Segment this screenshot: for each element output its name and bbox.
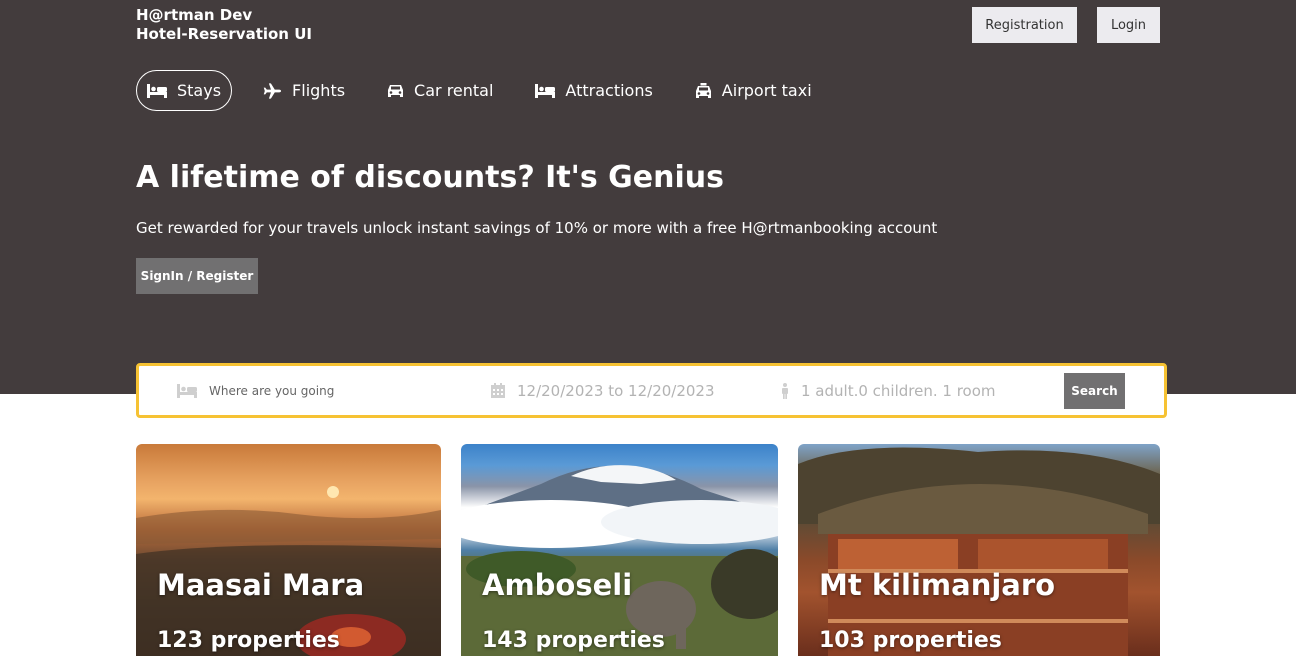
guests-text: 1 adult.0 children. 1 room	[801, 381, 996, 400]
nav-item-stays[interactable]: Stays	[136, 70, 233, 111]
card-title: Maasai Mara	[157, 568, 365, 602]
card-photo	[136, 486, 441, 656]
nav-label: Flights	[292, 81, 346, 100]
bed-icon	[147, 83, 167, 98]
featured-card-maasai-mara[interactable]: Maasai Mara 123 properties	[136, 444, 441, 656]
category-nav: Stays Flights Car rental Attractions Air…	[136, 70, 843, 111]
destination-field[interactable]: Where are you going	[177, 366, 334, 415]
card-properties-count: 123 properties	[157, 628, 340, 653]
featured-card-mt-kilimanjaro[interactable]: Mt kilimanjaro 103 properties	[798, 444, 1160, 656]
bed-icon	[535, 83, 556, 98]
hero-header: H@rtman Dev Hotel-Reservation UI Registr…	[0, 0, 1296, 394]
card-properties-count: 103 properties	[819, 628, 1002, 653]
plane-icon	[263, 82, 282, 99]
card-photo	[798, 447, 1160, 656]
signin-register-button[interactable]: SignIn / Register	[136, 258, 258, 294]
featured-card-amboseli[interactable]: Amboseli 143 properties	[461, 444, 778, 656]
nav-label: Attractions	[565, 81, 653, 100]
bed-icon	[177, 383, 197, 398]
hero-headline: A lifetime of discounts? It's Genius	[136, 160, 724, 195]
brand-logo[interactable]: H@rtman Dev Hotel-Reservation UI	[136, 6, 312, 44]
person-icon	[782, 382, 788, 399]
login-button[interactable]: Login	[1097, 7, 1160, 43]
nav-item-attractions[interactable]: Attractions	[524, 70, 663, 111]
date-field[interactable]: 12/20/2023 to 12/20/2023	[491, 366, 715, 415]
nav-label: Stays	[177, 81, 222, 100]
card-title: Mt kilimanjaro	[819, 568, 1056, 602]
nav-item-flights[interactable]: Flights	[252, 70, 356, 111]
registration-button[interactable]: Registration	[972, 7, 1077, 43]
taxi-icon	[695, 82, 711, 98]
guests-field[interactable]: 1 adult.0 children. 1 room	[781, 366, 996, 415]
hero-subline: Get rewarded for your travels unlock ins…	[136, 219, 938, 237]
nav-label: Car rental	[414, 81, 494, 100]
brand-name: H@rtman Dev	[136, 6, 253, 24]
nav-label: Airport taxi	[721, 81, 812, 100]
brand-subtitle: Hotel-Reservation UI	[136, 25, 312, 43]
calendar-icon	[491, 383, 505, 398]
nav-item-car-rental[interactable]: Car rental	[376, 70, 504, 111]
search-button[interactable]: Search	[1064, 373, 1125, 409]
card-photo	[461, 465, 778, 656]
nav-item-airport-taxi[interactable]: Airport taxi	[684, 70, 823, 111]
card-title: Amboseli	[482, 568, 633, 602]
date-range-text: 12/20/2023 to 12/20/2023	[517, 381, 715, 400]
destination-input[interactable]: Where are you going	[209, 384, 334, 398]
card-properties-count: 143 properties	[482, 628, 665, 653]
search-bar: Where are you going 12/20/2023 to 12/20/…	[136, 363, 1167, 418]
car-icon	[388, 84, 404, 97]
